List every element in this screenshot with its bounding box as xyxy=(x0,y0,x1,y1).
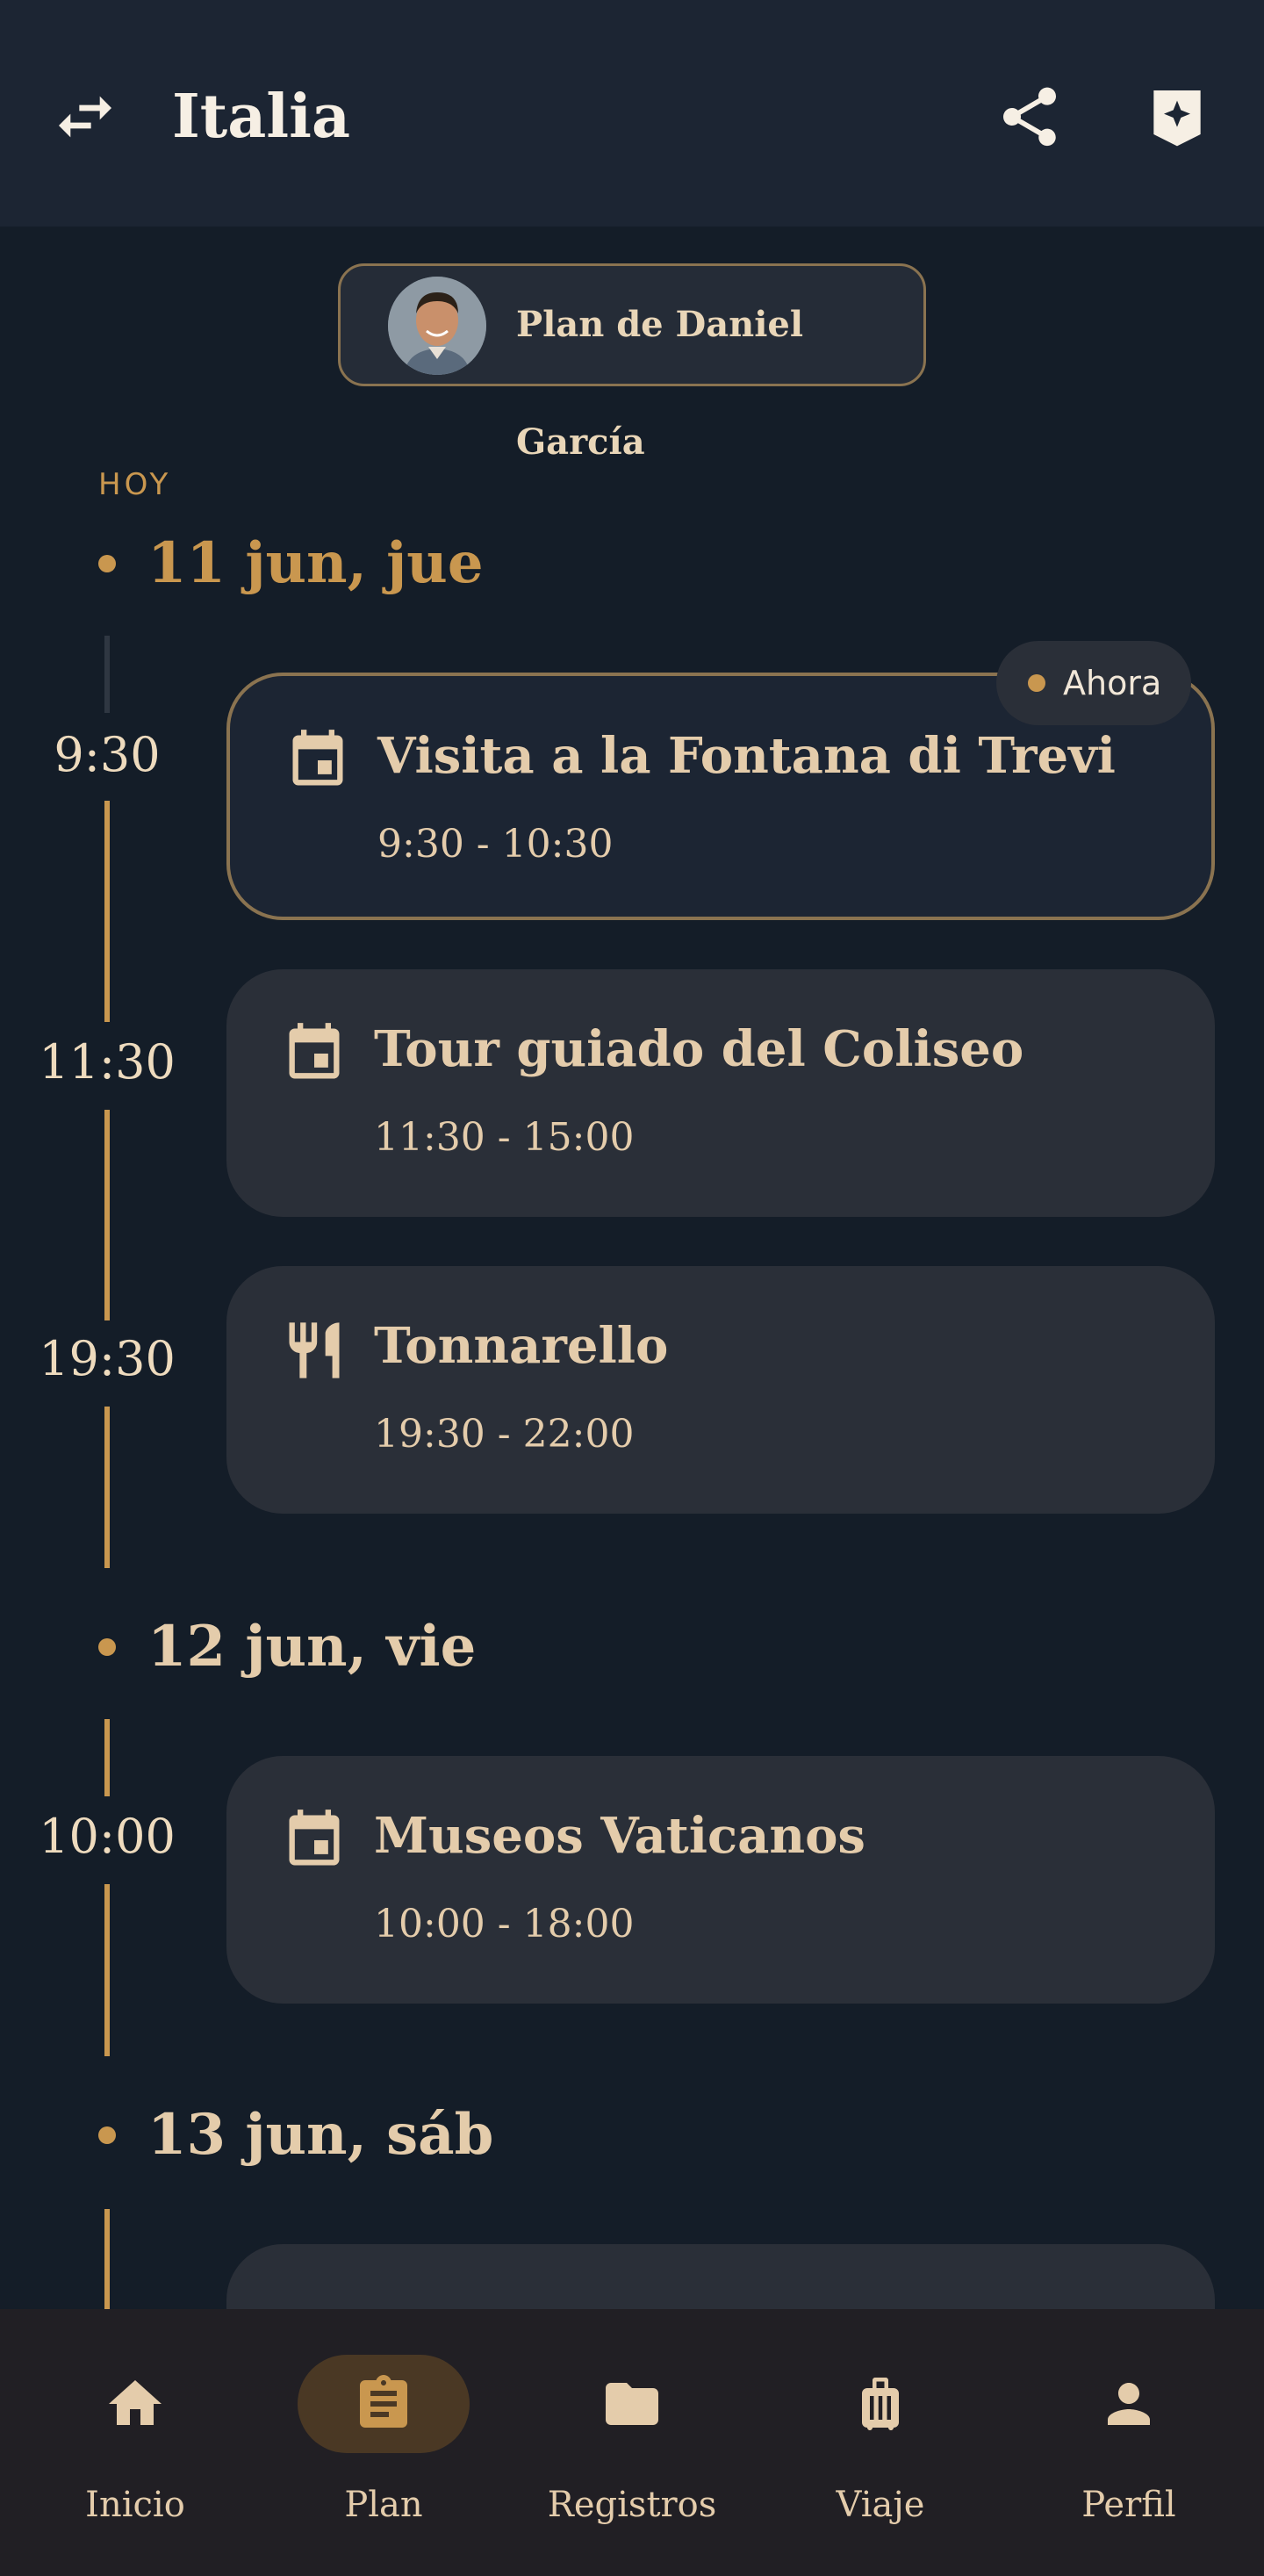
day-title: 11 jun, jue xyxy=(147,530,484,596)
nav-label: Inicio xyxy=(85,2485,185,2525)
event-title: Museos Vaticanos xyxy=(374,1807,865,1865)
today-label: HOY xyxy=(98,467,172,502)
day-dot xyxy=(98,1638,116,1656)
timeline-time: 11:30 xyxy=(39,1034,176,1090)
event-card[interactable]: Tonnarello 19:30 - 22:00 xyxy=(226,1266,1215,1514)
now-badge: Ahora xyxy=(996,641,1191,725)
nav-pill xyxy=(298,2355,470,2453)
event-card[interactable]: Tour guiado del Coliseo 11:30 - 15:00 xyxy=(226,969,1215,1217)
restaurant-icon xyxy=(281,1317,348,1384)
swap-arrows-icon[interactable] xyxy=(46,77,125,156)
nav-label: Viaje xyxy=(836,2485,925,2525)
clipboard-icon xyxy=(360,2375,407,2428)
timeline-line xyxy=(104,636,110,713)
share-icon[interactable] xyxy=(990,77,1069,156)
now-label: Ahora xyxy=(1063,664,1162,702)
nav-label: Perfil xyxy=(1081,2485,1176,2525)
nav-item-perfil[interactable]: Perfil xyxy=(1002,2309,1255,2576)
nav-pill xyxy=(1043,2355,1215,2453)
bottom-nav: Inicio Plan Registros Viaje Perfil xyxy=(0,2309,1264,2576)
event-title: Tour guiado del Coliseo xyxy=(374,1020,1024,1078)
nav-label: Plan xyxy=(344,2485,423,2525)
nav-pill xyxy=(49,2355,221,2453)
day-title: 13 jun, sáb xyxy=(147,2102,494,2168)
nav-item-viaje[interactable]: Viaje xyxy=(754,2309,1007,2576)
timeline-line xyxy=(104,1110,110,1320)
timeline-line xyxy=(104,1407,110,1568)
luggage-icon xyxy=(862,2378,899,2430)
nav-pill xyxy=(546,2355,718,2453)
day-title: 12 jun, vie xyxy=(147,1614,477,1680)
event-title: Visita a la Fontana di Trevi xyxy=(377,727,1116,785)
folder-icon xyxy=(606,2383,658,2425)
plan-owner-label: Plan de Daniel García xyxy=(516,304,804,463)
avatar xyxy=(388,277,486,375)
event-time-range: 11:30 - 15:00 xyxy=(374,1115,635,1160)
timeline-line xyxy=(104,801,110,1022)
event-title: Tonnarello xyxy=(374,1317,669,1375)
page-title: Italia xyxy=(172,82,351,152)
timeline-line xyxy=(104,2209,110,2309)
event-time-range: 19:30 - 22:00 xyxy=(374,1412,635,1457)
day-dot xyxy=(98,555,116,572)
now-dot xyxy=(1028,674,1045,692)
nav-item-registros[interactable]: Registros xyxy=(506,2309,758,2576)
bookmark-sparkle-icon[interactable] xyxy=(1138,77,1217,156)
timeline-line xyxy=(104,1719,110,1796)
plan-owner-chip[interactable]: Plan de Daniel García xyxy=(338,263,926,463)
calendar-icon xyxy=(281,1020,348,1087)
timeline-time: 10:00 xyxy=(39,1809,176,1864)
home-icon xyxy=(109,2380,162,2425)
day-dot xyxy=(98,2126,116,2144)
nav-item-plan[interactable]: Plan xyxy=(257,2309,510,2576)
person-icon xyxy=(1108,2383,1150,2425)
nav-pill xyxy=(794,2355,966,2453)
event-time-range: 10:00 - 18:00 xyxy=(374,1902,635,1946)
timeline-line xyxy=(104,1884,110,2056)
nav-item-inicio[interactable]: Inicio xyxy=(9,2309,262,2576)
app-header: Italia xyxy=(0,0,1264,227)
event-time-range: 9:30 - 10:30 xyxy=(377,822,614,867)
timeline-time: 19:30 xyxy=(39,1331,176,1386)
timeline-time: 9:30 xyxy=(54,727,161,782)
calendar-icon xyxy=(284,727,351,794)
calendar-icon xyxy=(281,1807,348,1874)
event-card[interactable]: Museos Vaticanos 10:00 - 18:00 xyxy=(226,1756,1215,2004)
nav-label: Registros xyxy=(547,2485,717,2525)
